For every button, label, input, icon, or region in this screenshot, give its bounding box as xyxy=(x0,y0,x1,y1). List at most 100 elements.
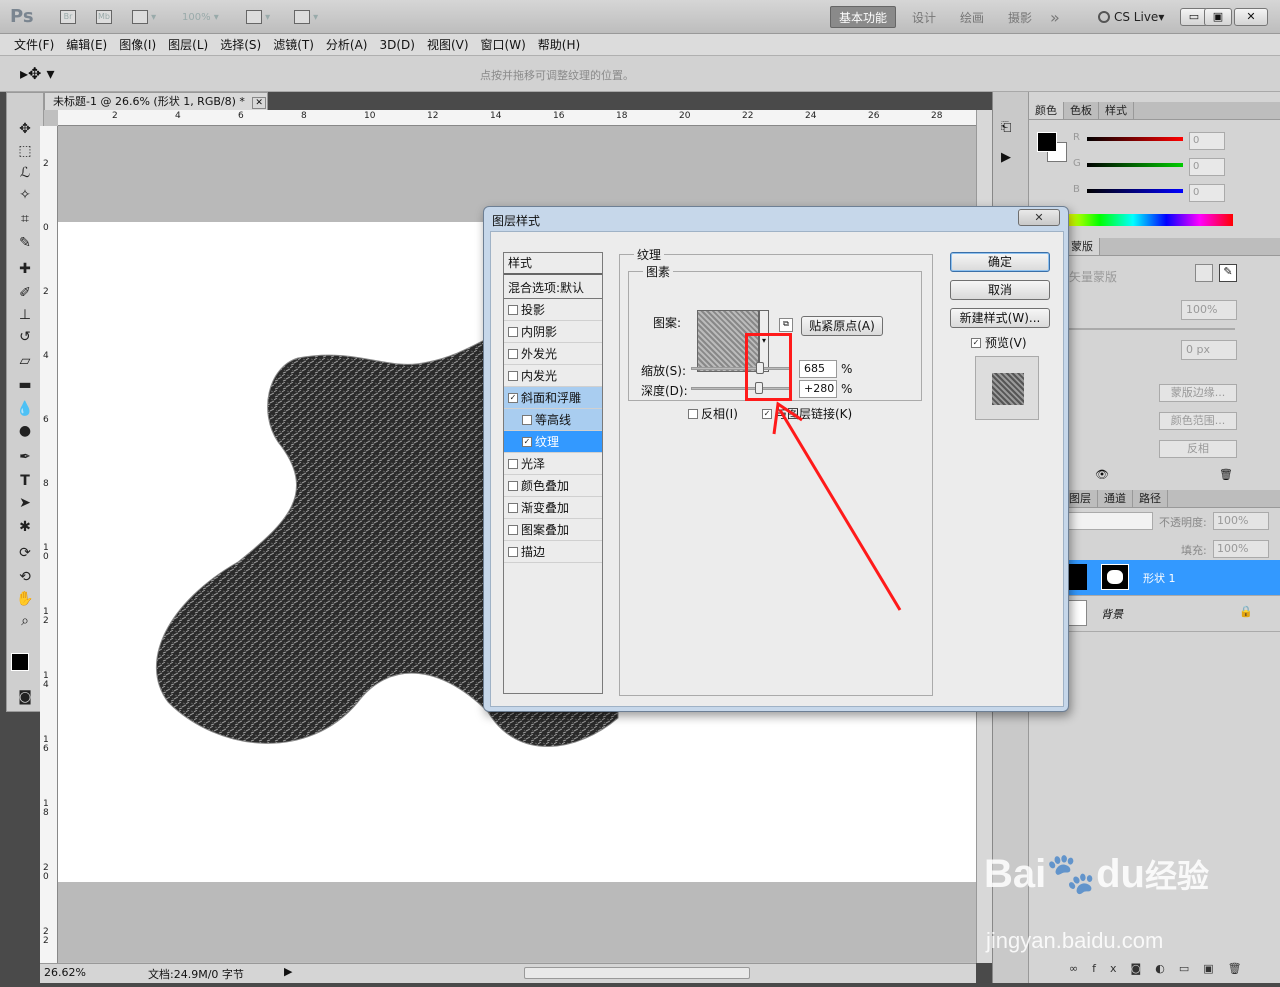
invert-mask-button[interactable]: 反相 xyxy=(1159,440,1237,458)
3d-rotate-tool-icon[interactable]: ⟳ xyxy=(13,543,37,563)
move-tool-preset-icon[interactable]: ▸✥ ▾ xyxy=(20,64,55,83)
style-checkbox[interactable] xyxy=(522,414,532,425)
vector-mask-icon[interactable]: ✎ xyxy=(1219,264,1237,282)
snap-to-origin-button[interactable]: 贴紧原点(A) xyxy=(801,316,883,336)
close-window-button[interactable]: ✕ xyxy=(1234,8,1268,26)
style-item[interactable]: 渐变叠加 xyxy=(504,497,602,519)
tab-paths[interactable]: 路径 xyxy=(1133,490,1168,507)
menu-view[interactable]: 视图(V) xyxy=(421,36,475,53)
style-checkbox[interactable] xyxy=(508,370,518,381)
clone-stamp-tool-icon[interactable]: ⊥ xyxy=(13,305,37,325)
quick-mask-icon[interactable]: ◙ xyxy=(13,687,37,707)
quick-select-tool-icon[interactable]: ✧ xyxy=(13,185,37,205)
fill-field[interactable]: 100% xyxy=(1213,540,1269,558)
new-style-button[interactable]: 新建样式(W)... xyxy=(950,308,1050,328)
arrange-documents-button[interactable]: ▾ xyxy=(246,8,270,26)
horizontal-scrollbar-thumb[interactable] xyxy=(524,967,750,979)
hand-tool-icon[interactable]: ✋ xyxy=(13,589,37,609)
lasso-tool-icon[interactable]: ℒ xyxy=(13,163,37,183)
custom-shape-tool-icon[interactable]: ✱ xyxy=(13,517,37,537)
workspace-essentials[interactable]: 基本功能 xyxy=(830,6,897,28)
style-checkbox[interactable] xyxy=(508,304,518,315)
healing-brush-tool-icon[interactable]: ✚ xyxy=(13,259,37,279)
document-tab[interactable]: 未标题-1 @ 26.6% (形状 1, RGB/8) * ✕ xyxy=(44,92,268,110)
mask-edge-button[interactable]: 蒙版边缘... xyxy=(1159,384,1237,402)
eyedropper-tool-icon[interactable]: ✎ xyxy=(13,233,37,253)
tab-styles[interactable]: 样式 xyxy=(1099,102,1134,119)
style-checkbox[interactable] xyxy=(508,524,518,535)
opacity-field[interactable]: 100% xyxy=(1213,512,1269,530)
actions-panel-icon[interactable]: ▶ xyxy=(1001,150,1011,165)
green-slider[interactable]: G0 xyxy=(1029,158,1280,180)
style-item[interactable]: 描边 xyxy=(504,541,602,563)
menu-file[interactable]: 文件(F) xyxy=(8,36,60,53)
style-item[interactable]: 光泽 xyxy=(504,453,602,475)
style-item[interactable]: 投影 xyxy=(504,299,602,321)
menu-window[interactable]: 窗口(W) xyxy=(475,36,532,53)
style-item[interactable]: 图案叠加 xyxy=(504,519,602,541)
dodge-tool-icon[interactable]: ● xyxy=(13,421,37,441)
gradient-tool-icon[interactable]: ▬ xyxy=(13,375,37,395)
type-tool-icon[interactable]: T xyxy=(13,471,37,491)
layer-row-shape[interactable]: 形状 1 xyxy=(1065,560,1280,596)
menu-image[interactable]: 图像(I) xyxy=(113,36,162,53)
tab-channels[interactable]: 通道 xyxy=(1098,490,1133,507)
minibridge-button[interactable]: Mb xyxy=(96,8,112,26)
blue-slider[interactable]: B0 xyxy=(1029,184,1280,206)
bridge-button[interactable]: Br xyxy=(60,8,76,26)
menu-layer[interactable]: 图层(L) xyxy=(162,36,214,53)
cancel-button[interactable]: 取消 xyxy=(950,280,1050,300)
style-checkbox[interactable]: ✓ xyxy=(508,392,518,403)
cs-live-button[interactable]: CS Live ▾ xyxy=(1090,6,1172,28)
ok-button[interactable]: 确定 xyxy=(950,252,1050,272)
menu-help[interactable]: 帮助(H) xyxy=(532,36,586,53)
brush-tool-icon[interactable]: ✐ xyxy=(13,283,37,303)
workspace-painting[interactable]: 绘画 xyxy=(952,6,992,28)
delete-mask-icon[interactable]: 🗑 xyxy=(1219,468,1233,481)
mask-visibility-icon[interactable]: 👁 xyxy=(1095,468,1109,481)
style-checkbox[interactable]: ✓ xyxy=(522,436,532,447)
menu-analysis[interactable]: 分析(A) xyxy=(320,36,374,53)
zoom-status[interactable]: 26.62% xyxy=(44,966,86,979)
3d-orbit-tool-icon[interactable]: ⟲ xyxy=(13,567,37,587)
pixel-mask-icon[interactable] xyxy=(1195,264,1213,282)
red-slider[interactable]: R0 xyxy=(1029,132,1280,154)
blend-mode-select[interactable] xyxy=(1067,512,1153,530)
history-brush-tool-icon[interactable]: ↺ xyxy=(13,327,37,347)
preview-checkbox[interactable]: ✓ 预览(V) xyxy=(971,334,1027,351)
style-checkbox[interactable] xyxy=(508,502,518,513)
menu-3d[interactable]: 3D(D) xyxy=(373,38,420,52)
layer-row-background[interactable]: 背景 🔒 xyxy=(1065,596,1280,632)
crop-tool-icon[interactable]: ⌗ xyxy=(13,209,37,229)
style-item[interactable]: 颜色叠加 xyxy=(504,475,602,497)
pen-tool-icon[interactable]: ✒ xyxy=(13,447,37,467)
style-checkbox[interactable] xyxy=(508,326,518,337)
menu-filter[interactable]: 滤镜(T) xyxy=(267,36,320,53)
dialog-close-button[interactable]: ✕ xyxy=(1018,209,1060,226)
screen-mode-button[interactable]: ▾ xyxy=(294,8,318,26)
close-tab-icon[interactable]: ✕ xyxy=(252,97,266,109)
style-item[interactable]: 等高线 xyxy=(504,409,602,431)
marquee-tool-icon[interactable]: ⬚ xyxy=(13,141,37,161)
more-workspaces-button[interactable]: » xyxy=(1042,6,1068,28)
style-item[interactable]: 内发光 xyxy=(504,365,602,387)
path-selection-tool-icon[interactable]: ➤ xyxy=(13,493,37,513)
mask-feather[interactable]: 0 px xyxy=(1181,340,1237,360)
density-slider[interactable] xyxy=(1069,328,1235,330)
scale-value-field[interactable]: 685 xyxy=(799,360,837,378)
view-extras-button[interactable]: ▾ xyxy=(132,8,156,26)
new-preset-icon[interactable]: ⧉ xyxy=(779,318,793,332)
status-menu-arrow-icon[interactable]: ▶ xyxy=(284,965,292,978)
style-item[interactable]: 内阴影 xyxy=(504,321,602,343)
invert-checkbox[interactable]: 反相(I) xyxy=(688,405,738,422)
mask-density[interactable]: 100% xyxy=(1181,300,1237,320)
zoom-tool-icon[interactable]: ⌕ xyxy=(13,611,37,631)
tab-masks[interactable]: 蒙版 xyxy=(1065,238,1100,255)
layers-bottom-icons[interactable]: ∞fx◙◐▭▣🗑 xyxy=(1069,962,1256,975)
zoom-level[interactable]: 100% ▾ xyxy=(182,8,219,26)
blending-options-item[interactable]: 混合选项:默认 xyxy=(504,277,602,299)
style-checkbox[interactable] xyxy=(508,348,518,359)
style-checkbox[interactable] xyxy=(508,546,518,557)
tab-color[interactable]: 颜色 xyxy=(1029,102,1064,119)
move-tool-icon[interactable]: ✥ xyxy=(13,119,37,139)
